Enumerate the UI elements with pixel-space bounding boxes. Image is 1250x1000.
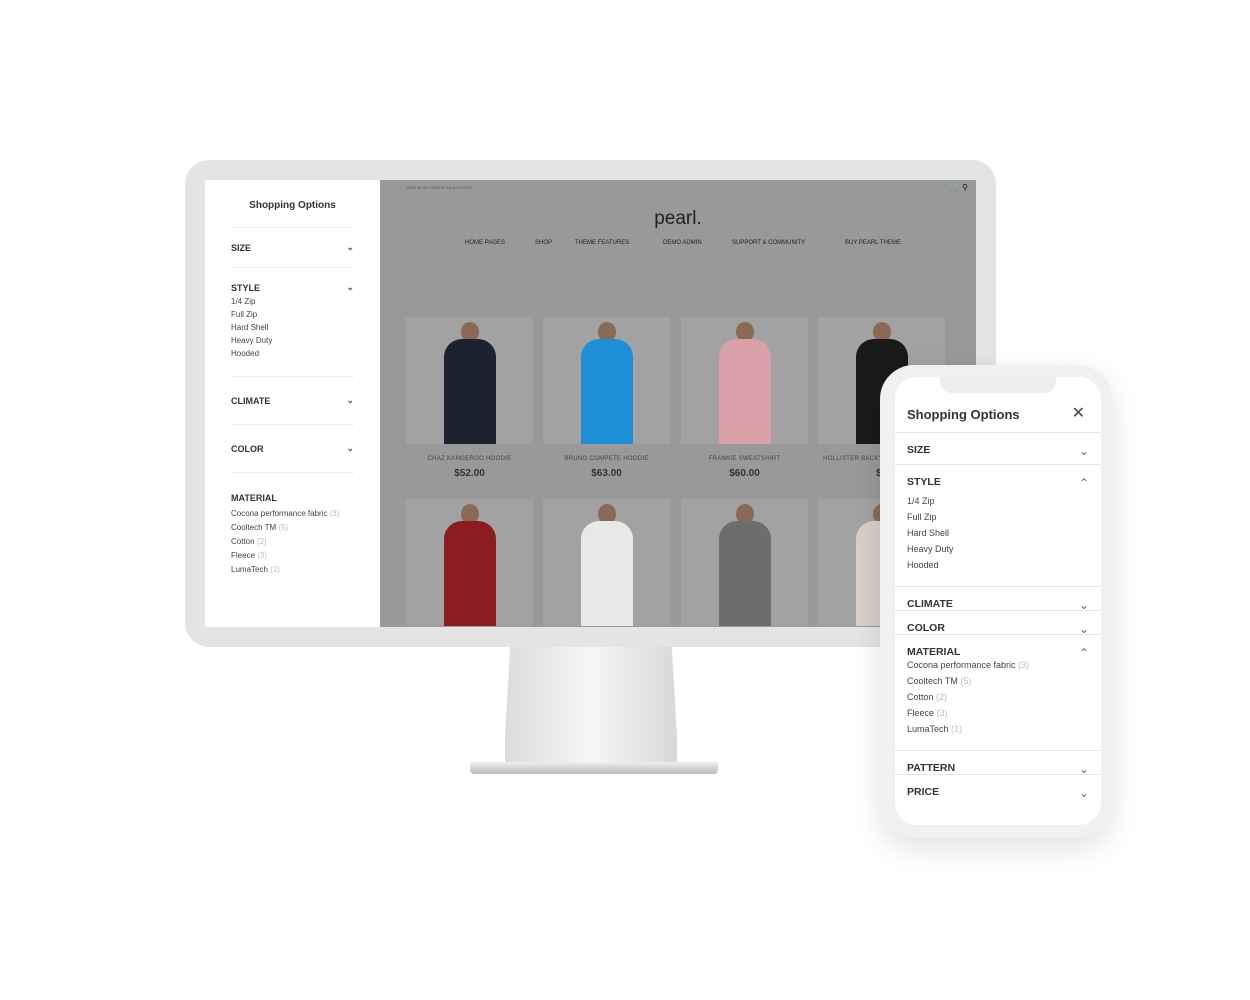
filter-label: PRICE	[907, 786, 940, 798]
nav-item[interactable]: DEMO ADMIN	[663, 240, 702, 246]
filter-option[interactable]: 1/4 Zip	[907, 496, 935, 506]
model-garment	[581, 521, 633, 626]
mobile-filter-climate[interactable]: CLIMATE ⌄	[895, 586, 1101, 612]
filter-option[interactable]: Cocona performance fabric (3)	[907, 660, 1029, 670]
chevron-down-icon: ⌄	[1078, 786, 1089, 800]
filter-option[interactable]: Fleece (3)	[907, 708, 948, 718]
filter-option[interactable]: Full Zip	[907, 512, 937, 522]
filter-option[interactable]: Heavy Duty	[231, 336, 354, 345]
filter-option[interactable]: Hard Shell	[907, 528, 949, 538]
product-image[interactable]	[406, 499, 533, 626]
chevron-up-icon: ⌃	[1078, 476, 1089, 490]
filter-option[interactable]: 1/4 Zip	[231, 297, 354, 306]
filter-option[interactable]: Hooded	[231, 349, 354, 358]
filter-label: STYLE	[231, 282, 261, 293]
search-icon[interactable]: ⚲	[962, 183, 968, 192]
nav-item[interactable]: SHOP	[535, 240, 552, 246]
nav-item[interactable]: HOME PAGES	[465, 240, 505, 246]
filter-option[interactable]: Cotton (2)	[907, 692, 947, 702]
filter-climate[interactable]: CLIMATE ⌄	[231, 377, 354, 425]
filter-label: COLOR	[231, 443, 264, 454]
model-garment	[444, 339, 496, 444]
filter-option[interactable]: Full Zip	[231, 310, 354, 319]
sidebar-title: Shopping Options	[231, 200, 354, 228]
cart-icon[interactable]: 🛒	[950, 183, 960, 192]
product-image[interactable]	[406, 317, 533, 444]
filter-option[interactable]: Cocona performance fabric (3)	[231, 509, 354, 518]
mobile-filter-material[interactable]: MATERIAL ⌃	[895, 634, 1101, 660]
filter-option[interactable]: Hard Shell	[231, 323, 354, 332]
nav-item[interactable]: SUPPORT & COMMUNITY	[732, 240, 805, 246]
product-image[interactable]	[681, 499, 808, 626]
nav-item[interactable]: THEME FEATURES	[575, 240, 629, 246]
filter-option[interactable]: Heavy Duty	[907, 544, 954, 554]
filter-label: STYLE	[907, 476, 941, 488]
chevron-down-icon: ⌄	[1078, 762, 1089, 776]
nav-item[interactable]: BUY PEARL THEME	[845, 240, 901, 246]
mobile-filter-pattern[interactable]: PATTERN ⌄	[895, 750, 1101, 776]
chevron-down-icon: ⌄	[346, 242, 354, 252]
filter-label: PATTERN	[907, 762, 956, 774]
product-name[interactable]: BRUNO COMPETE HOODIE	[543, 456, 670, 462]
filter-color[interactable]: COLOR ⌄	[231, 425, 354, 473]
filter-label: CLIMATE	[231, 395, 271, 406]
model-garment	[719, 339, 771, 444]
filter-label: CLIMATE	[907, 598, 953, 610]
mobile-filter-size[interactable]: SIZE ⌄	[895, 432, 1101, 458]
filter-option[interactable]: LumaTech (1)	[907, 724, 962, 734]
filter-label: MATERIAL	[231, 493, 277, 503]
phone-frame: Shopping Options ✕ SIZE ⌄ STYLE ⌃ 1/4 Zip Ful…	[880, 365, 1112, 838]
mobile-filter-color[interactable]: COLOR ⌄	[895, 610, 1101, 636]
product-image[interactable]	[543, 317, 670, 444]
filter-option[interactable]: Hooded	[907, 560, 939, 570]
product-image[interactable]	[543, 499, 670, 626]
filter-label: SIZE	[907, 444, 931, 456]
product-price: $63.00	[591, 468, 622, 479]
filter-option[interactable]: Cooltech TM (5)	[907, 676, 971, 686]
mobile-title: Shopping Options	[907, 407, 1020, 422]
close-icon[interactable]: ✕	[1072, 403, 1085, 423]
filter-material[interactable]: MATERIAL Cocona performance fabric (3) Co…	[231, 473, 354, 588]
filter-style[interactable]: STYLE ⌄ 1/4 Zip Full Zip Hard Shell Heavy…	[231, 268, 354, 377]
desktop-sidebar: Shopping Options SIZE ⌄ STYLE ⌄ 1/4 Zip Fu…	[205, 180, 380, 627]
model-garment	[444, 521, 496, 626]
filter-label: MATERIAL	[907, 646, 961, 658]
phone-notch	[940, 377, 1056, 393]
chevron-down-icon: ⌄	[1078, 622, 1089, 636]
monitor-base	[470, 762, 718, 774]
monitor-stand	[505, 647, 677, 762]
chevron-down-icon: ⌄	[1078, 444, 1089, 458]
desktop-screen: Shopping Options SIZE ⌄ STYLE ⌄ 1/4 Zip Fu…	[205, 180, 976, 627]
product-name[interactable]: FRANKIE SWEATSHIRT	[681, 456, 808, 462]
mobile-screen: Shopping Options ✕ SIZE ⌄ STYLE ⌃ 1/4 Zip Ful…	[895, 377, 1101, 825]
mobile-filter-style[interactable]: STYLE ⌃	[895, 464, 1101, 490]
chevron-up-icon: ⌃	[1078, 646, 1089, 660]
logo[interactable]: pearl.	[380, 208, 976, 230]
product-name[interactable]: CHAZ KANGEROO HOODIE	[406, 456, 533, 462]
chevron-down-icon: ⌄	[346, 395, 354, 405]
product-price: $60.00	[729, 468, 760, 479]
filter-option[interactable]: Fleece (3)	[231, 551, 354, 560]
chevron-down-icon: ⌄	[1078, 598, 1089, 612]
product-image[interactable]	[681, 317, 808, 444]
filter-label: SIZE	[231, 242, 252, 253]
model-garment	[719, 521, 771, 626]
filter-label: COLOR	[907, 622, 945, 634]
model-garment	[581, 339, 633, 444]
filter-option[interactable]: Cotton (2)	[231, 537, 354, 546]
chevron-down-icon: ⌄	[346, 443, 354, 453]
filter-size[interactable]: SIZE ⌄	[231, 228, 354, 268]
filter-option[interactable]: Cooltech TM (5)	[231, 523, 354, 532]
signin-link[interactable]: SIGN IN OR CREATE AN ACCOUNT	[406, 185, 472, 190]
mobile-filter-price[interactable]: PRICE ⌄	[895, 774, 1101, 800]
product-price: $52.00	[454, 468, 485, 479]
filter-option[interactable]: LumaTech (1)	[231, 565, 354, 574]
chevron-down-icon: ⌄	[346, 282, 354, 292]
